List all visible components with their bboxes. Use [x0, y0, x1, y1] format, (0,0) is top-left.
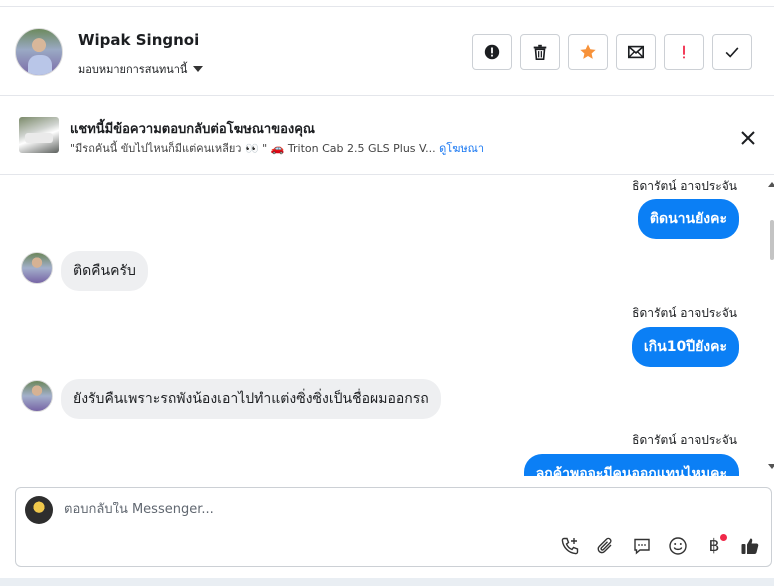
star-icon	[580, 44, 596, 59]
incoming-message[interactable]: ยังรับคืนเพราะรถพังน้องเอาไปทำแต่งซิ่งซิ…	[61, 379, 441, 419]
close-icon[interactable]	[738, 128, 758, 148]
check-icon	[725, 47, 739, 58]
sender-name: ธิดารัตน์ อาจประจัน	[632, 306, 737, 320]
conversation-header: Wipak Singnoi มอบหมายการสนทนานี้	[0, 6, 774, 96]
payment-button[interactable]: ฿	[703, 534, 727, 557]
contact-avatar[interactable]	[15, 28, 63, 76]
messenger-conversation: Wipak Singnoi มอบหมายการสนทนานี้ แชทนี้ม…	[0, 0, 774, 586]
message-thread[interactable]: ธิดารัตน์ อาจประจัน ติดนานยังคะ ติดคืนคร…	[0, 176, 774, 476]
thumbs-up-icon	[741, 538, 759, 554]
page-avatar	[25, 496, 53, 524]
reply-input[interactable]	[64, 502, 744, 517]
view-ad-link[interactable]: ดูโฆษณา	[439, 142, 484, 155]
sender-name: ธิดารัตน์ อาจประจัน	[632, 179, 737, 193]
assign-label: มอบหมายการสนทนานี้	[78, 63, 188, 76]
composer-toolbar: ฿	[559, 534, 761, 557]
scroll-up-arrow[interactable]	[768, 182, 774, 187]
scrollbar-thumb[interactable]	[770, 220, 774, 260]
like-button[interactable]	[739, 535, 761, 557]
ad-text: "มีรถคันนี้ ขับไปไหนก็มีแต่คนเหลียว 👀 " …	[70, 142, 436, 155]
saved-replies-icon	[634, 538, 650, 555]
baht-icon: ฿	[708, 536, 720, 556]
alert-circle-icon	[484, 44, 500, 60]
exclamation-icon	[683, 45, 685, 59]
emoji-icon	[669, 537, 687, 555]
paperclip-icon	[597, 537, 612, 554]
call-button[interactable]	[559, 535, 581, 557]
emoji-button[interactable]	[667, 535, 689, 557]
mark-unread-button[interactable]	[616, 34, 656, 70]
contact-name[interactable]: Wipak Singnoi	[78, 31, 199, 49]
outgoing-message[interactable]: ลูกค้าพอจะมีคนออกแทนไหมคะ	[523, 454, 739, 476]
follow-up-button[interactable]	[664, 34, 704, 70]
contact-avatar-small	[21, 252, 53, 284]
reply-composer: ฿	[15, 487, 772, 567]
ad-banner-title: แชทนี้มีข้อความตอบกลับต่อโฆษณาของคุณ	[70, 122, 315, 137]
scroll-down-arrow[interactable]	[768, 464, 774, 469]
outgoing-message[interactable]: ติดนานยังคะ	[637, 199, 739, 239]
contact-avatar-small	[21, 380, 53, 412]
incoming-message[interactable]: ติดคืนครับ	[61, 251, 148, 291]
assign-conversation-dropdown[interactable]: มอบหมายการสนทนานี้	[78, 60, 204, 78]
done-button[interactable]	[712, 34, 752, 70]
ad-banner-subtitle: "มีรถคันนี้ ขับไปไหนก็มีแต่คนเหลียว 👀 " …	[70, 139, 484, 157]
header-actions	[472, 34, 752, 70]
delete-button[interactable]	[520, 34, 560, 70]
envelope-icon	[627, 45, 645, 59]
ad-thumbnail[interactable]	[19, 117, 59, 153]
ad-reply-banner: แชทนี้มีข้อความตอบกลับต่อโฆษณาของคุณ "มี…	[0, 97, 774, 175]
attach-button[interactable]	[595, 535, 617, 557]
star-button[interactable]	[568, 34, 608, 70]
saved-replies-button[interactable]	[631, 535, 653, 557]
outgoing-message[interactable]: เกิน10ปียังคะ	[631, 327, 739, 367]
trash-icon	[533, 44, 547, 61]
notification-dot	[720, 534, 727, 541]
caret-down-icon	[193, 66, 204, 72]
phone-plus-icon	[561, 537, 579, 555]
spam-button[interactable]	[472, 34, 512, 70]
sender-name: ธิดารัตน์ อาจประจัน	[632, 433, 737, 447]
footer-strip	[0, 578, 774, 586]
